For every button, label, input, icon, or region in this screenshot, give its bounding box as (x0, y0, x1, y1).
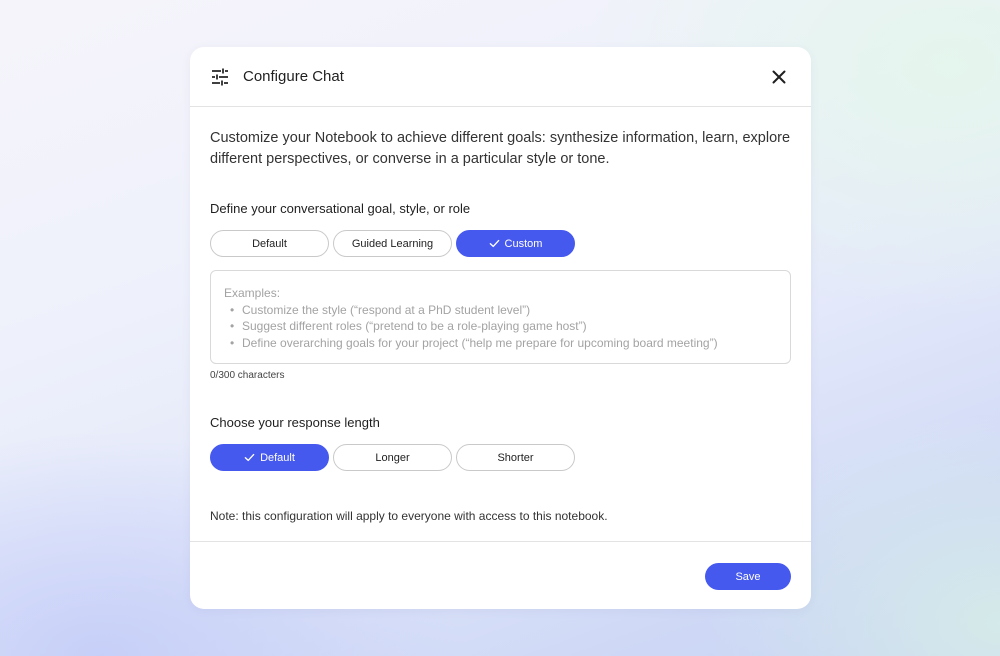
check-icon (244, 453, 255, 462)
goal-section-label: Define your conversational goal, style, … (210, 201, 471, 216)
close-icon (772, 70, 786, 83)
goal-option-label: Guided Learning (351, 237, 434, 250)
dialog-title: Configure Chat (243, 68, 344, 85)
length-option-label: Default (260, 451, 295, 464)
length-option-default[interactable]: Default (210, 444, 329, 471)
goal-options: Default Guided Learning Custom (210, 230, 791, 257)
placeholder-example: Define overarching goals for your projec… (224, 335, 777, 352)
dialog-body: Customize your Notebook to achieve diffe… (190, 128, 811, 523)
configuration-note: Note: this configuration will apply to e… (210, 509, 608, 523)
save-button[interactable]: Save (705, 563, 791, 590)
dialog-footer: Save (190, 541, 811, 609)
placeholder-examples: Customize the style (“respond at a PhD s… (224, 302, 777, 352)
save-button-label: Save (735, 570, 761, 583)
placeholder-example: Suggest different roles (“pretend to be … (224, 318, 777, 335)
check-icon (489, 239, 499, 248)
goal-option-guided-learning[interactable]: Guided Learning (333, 230, 452, 257)
length-option-shorter[interactable]: Shorter (456, 444, 575, 471)
length-options: Default Longer Shorter (210, 444, 791, 471)
configure-chat-dialog: Configure Chat Customize your Notebook t… (190, 47, 811, 609)
length-section-label: Choose your response length (210, 415, 380, 430)
length-option-label: Shorter (497, 451, 534, 464)
close-button[interactable] (767, 65, 791, 89)
goal-option-label: Custom (504, 237, 543, 250)
custom-goal-textarea[interactable]: Examples: Customize the style (“respond … (210, 270, 791, 364)
dialog-header: Configure Chat (190, 47, 811, 107)
intro-text: Customize your Notebook to achieve diffe… (210, 130, 791, 167)
length-option-label: Longer (375, 451, 410, 464)
goal-option-custom[interactable]: Custom (456, 230, 575, 257)
tune-icon (212, 68, 228, 85)
length-option-longer[interactable]: Longer (333, 444, 452, 471)
goal-option-default[interactable]: Default (210, 230, 329, 257)
placeholder-example: Customize the style (“respond at a PhD s… (224, 302, 777, 319)
placeholder-heading: Examples: (224, 286, 281, 300)
goal-option-label: Default (252, 237, 287, 250)
character-count: 0/300 characters (210, 370, 285, 381)
